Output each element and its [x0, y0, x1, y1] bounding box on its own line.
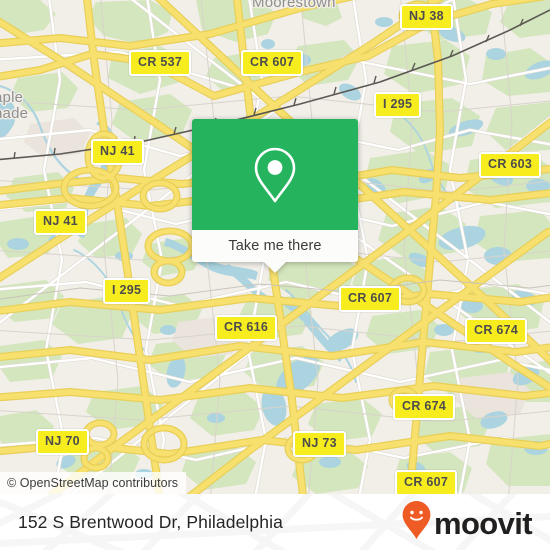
- road-shield-i-295-top[interactable]: I 295: [374, 92, 422, 118]
- moovit-map-screenshot: .grn { fill:#d4e6bd; } .wtr { fill:#abd4…: [0, 0, 550, 550]
- callout-action-bar[interactable]: Take me there: [192, 230, 358, 262]
- road-shield-cr-607-mid[interactable]: CR 607: [339, 286, 402, 312]
- road-shield-cr-607-bottom[interactable]: CR 607: [395, 470, 458, 494]
- road-shield-i-295-mid[interactable]: I 295: [103, 278, 151, 304]
- callout-pin-panel: [192, 119, 358, 230]
- footer-bar: 152 S Brentwood Dr, Philadelphia moovit: [0, 494, 550, 550]
- take-me-there-label: Take me there: [228, 238, 322, 254]
- callout-tail-arrow: [264, 262, 286, 273]
- road-shield-nj-38[interactable]: NJ 38: [400, 4, 453, 30]
- road-shield-cr-607-top[interactable]: CR 607: [241, 50, 304, 76]
- road-shield-cr-603[interactable]: CR 603: [479, 152, 542, 178]
- road-shield-cr-616[interactable]: CR 616: [215, 315, 278, 341]
- osm-attribution[interactable]: © OpenStreetMap contributors: [0, 472, 187, 494]
- road-shield-nj-41-mid[interactable]: NJ 41: [34, 209, 87, 235]
- road-shield-nj-73[interactable]: NJ 73: [293, 431, 346, 457]
- moovit-wordmark: moovit: [433, 505, 533, 541]
- destination-callout-card[interactable]: Take me there: [192, 119, 358, 273]
- road-shield-cr-674-bottom[interactable]: CR 674: [393, 394, 456, 420]
- road-shield-cr-537[interactable]: CR 537: [129, 50, 192, 76]
- road-shield-cr-674-right[interactable]: CR 674: [465, 318, 528, 344]
- map-canvas[interactable]: .grn { fill:#d4e6bd; } .wtr { fill:#abd4…: [0, 0, 550, 494]
- address-text: 152 S Brentwood Dr, Philadelphia: [18, 511, 283, 532]
- road-shield-nj-70[interactable]: NJ 70: [36, 429, 89, 455]
- map-pin-icon: [252, 146, 298, 204]
- moovit-smiley-pin-icon: [401, 500, 432, 545]
- moovit-logo[interactable]: moovit: [401, 494, 533, 550]
- road-shield-nj-41-top[interactable]: NJ 41: [91, 139, 144, 165]
